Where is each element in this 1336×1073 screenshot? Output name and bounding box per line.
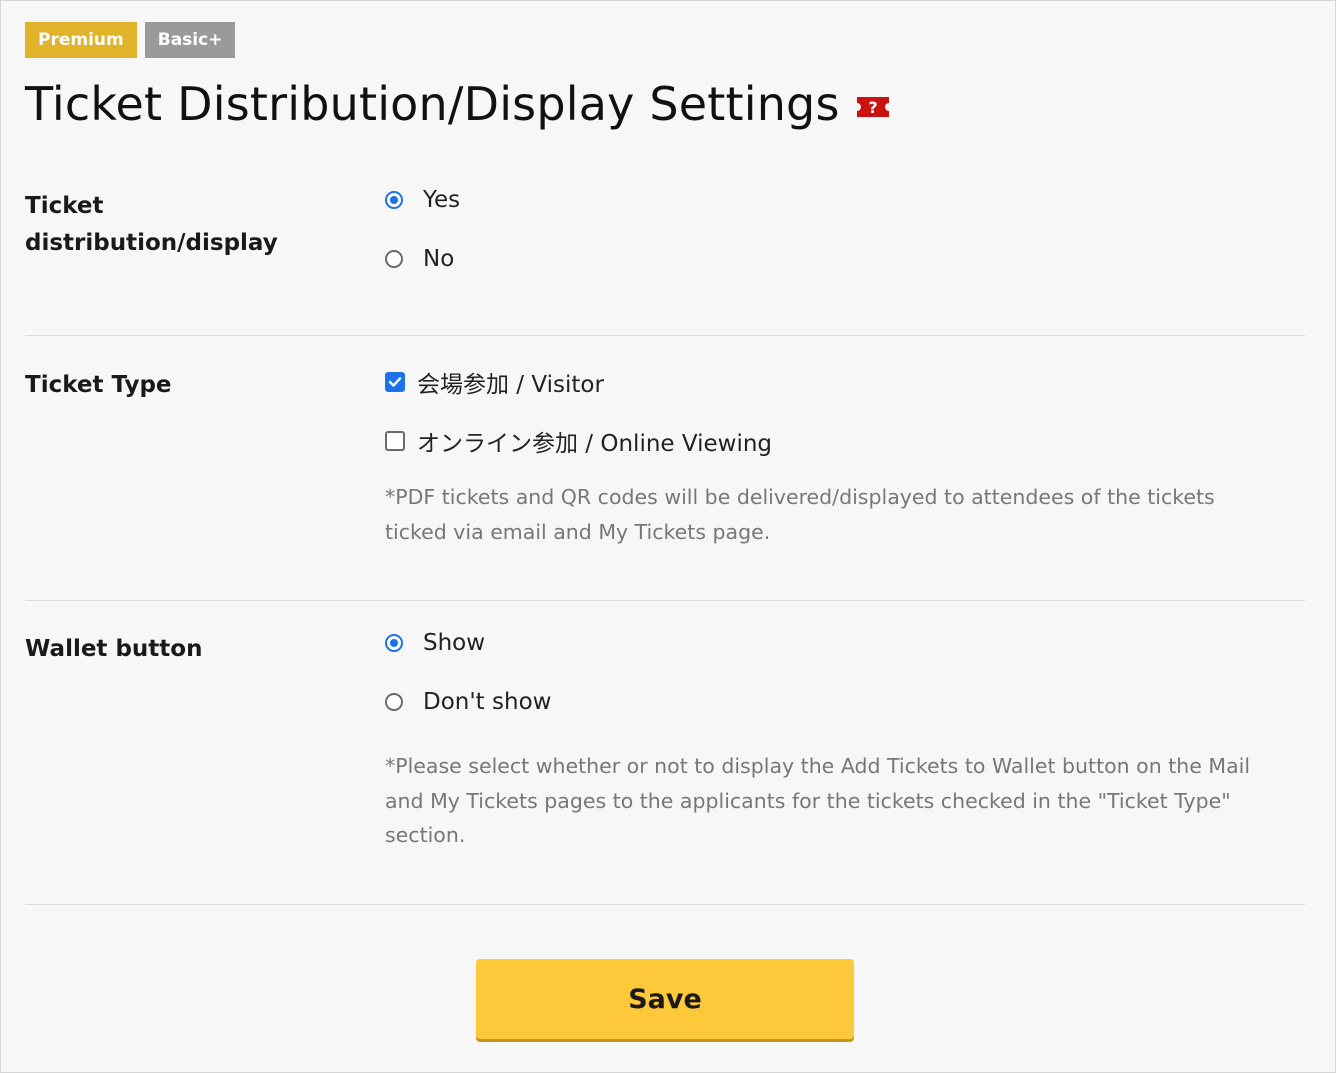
divider [25,600,1305,601]
checkbox-visitor[interactable] [385,372,405,392]
plan-badges: Premium Basic+ [25,22,236,58]
svg-text:?: ? [868,98,877,117]
title-row: Ticket Distribution/Display Settings ? [25,73,892,135]
checkbox-visitor-label: 会場参加 / Visitor [417,372,604,398]
page-title: Ticket Distribution/Display Settings [25,77,840,131]
radio-dont-show[interactable] [385,693,403,711]
ticket-type-option-visitor[interactable]: 会場参加 / Visitor [385,365,604,399]
save-button[interactable]: Save [476,959,854,1039]
help-ticket-icon[interactable]: ? [854,94,892,120]
radio-no[interactable] [385,250,403,268]
basic-plus-badge: Basic+ [144,22,236,58]
settings-panel: Premium Basic+ Ticket Distribution/Displ… [0,0,1336,1073]
checkbox-online[interactable] [385,431,405,451]
check-icon [388,377,402,387]
wallet-note: *Please select whether or not to display… [385,754,1251,847]
wallet-label: Wallet button [25,636,203,662]
wallet-option-dont-show[interactable]: Don't show [385,689,551,715]
radio-yes-label: Yes [423,187,461,213]
distribution-option-no[interactable]: No [385,246,454,272]
radio-show[interactable] [385,634,403,652]
premium-badge: Premium [25,22,137,58]
divider [25,335,1305,336]
ticket-type-option-online[interactable]: オンライン参加 / Online Viewing [385,424,772,458]
radio-show-label: Show [423,630,486,656]
radio-dont-show-label: Don't show [423,689,552,715]
distribution-option-yes[interactable]: Yes [385,187,460,213]
ticket-type-label: Ticket Type [25,372,172,398]
distribution-label-line1: Ticket [25,193,104,219]
wallet-option-show[interactable]: Show [385,630,485,656]
checkbox-online-label: オンライン参加 / Online Viewing [417,431,773,457]
distribution-label-line2: distribution/display [25,230,278,256]
radio-no-label: No [423,246,455,272]
radio-yes[interactable] [385,191,403,209]
divider [25,904,1305,905]
distribution-label: Ticket distribution/display [25,188,355,262]
ticket-type-note: *PDF tickets and QR codes will be delive… [385,485,1215,544]
